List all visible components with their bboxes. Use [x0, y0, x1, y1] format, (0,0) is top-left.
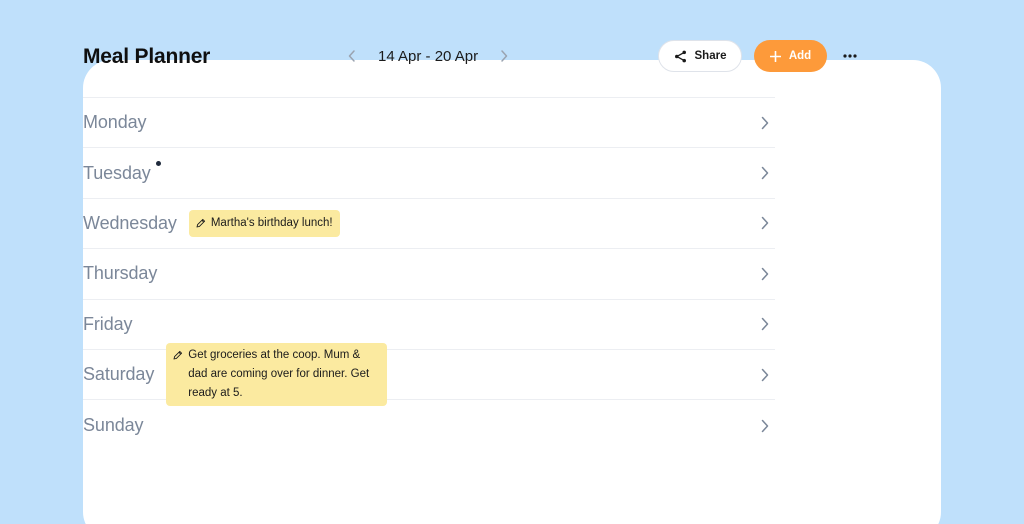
day-note-text: Martha's birthday lunch!: [210, 216, 333, 229]
day-row-sunday[interactable]: Sunday: [83, 400, 775, 450]
day-name: Wednesday: [83, 212, 177, 233]
day-name: Saturday: [83, 364, 155, 385]
add-button[interactable]: Add: [754, 40, 827, 72]
week-range-label: 14 Apr - 20 Apr: [378, 47, 479, 65]
chevron-right-icon: [501, 50, 508, 62]
day-name: Friday: [83, 313, 133, 334]
day-list: Monday Tuesday Wednesday Martha's birthd…: [83, 97, 775, 451]
share-button[interactable]: Share: [658, 40, 742, 72]
pencil-icon: [173, 351, 183, 360]
day-name: Thursday: [83, 263, 158, 284]
share-icon: [674, 50, 686, 62]
add-button-label: Add: [788, 50, 812, 62]
planner-header: Meal Planner 14 Apr - 20 Apr Share Add: [83, 40, 857, 72]
more-options-button[interactable]: [839, 40, 861, 72]
chevron-right-icon: [759, 418, 771, 434]
day-name: Sunday: [83, 415, 144, 436]
share-button-label: Share: [694, 50, 727, 62]
more-horizontal-icon: [843, 54, 857, 58]
day-row-saturday[interactable]: Saturday Get groceries at the coop. Mum …: [83, 343, 775, 407]
day-name: Monday: [83, 112, 147, 133]
day-row-monday[interactable]: Monday: [83, 98, 775, 149]
chevron-right-icon: [759, 165, 771, 181]
chevron-right-icon: [759, 316, 771, 332]
chevron-right-icon: [759, 215, 771, 231]
day-row-thursday[interactable]: Thursday: [83, 249, 775, 300]
indicator-dot: [155, 160, 161, 166]
page-title: Meal Planner: [83, 45, 211, 68]
day-row-tuesday[interactable]: Tuesday: [83, 148, 775, 199]
pencil-icon: [196, 218, 205, 228]
chevron-right-icon: [759, 266, 771, 282]
next-week-button[interactable]: [492, 40, 516, 72]
day-note-text: Get groceries at the coop. Mum & dad are…: [188, 349, 370, 400]
day-note[interactable]: Martha's birthday lunch!: [188, 209, 340, 237]
plus-icon: [769, 50, 781, 62]
day-note[interactable]: Get groceries at the coop. Mum & dad are…: [166, 343, 388, 407]
day-name: Tuesday: [83, 162, 151, 183]
previous-week-button[interactable]: [340, 40, 364, 72]
week-navigation: 14 Apr - 20 Apr: [340, 40, 516, 72]
chevron-right-icon: [759, 115, 771, 131]
chevron-left-icon: [348, 50, 355, 62]
day-row-wednesday[interactable]: Wednesday Martha's birthday lunch!: [83, 199, 775, 250]
chevron-right-icon: [759, 367, 771, 383]
